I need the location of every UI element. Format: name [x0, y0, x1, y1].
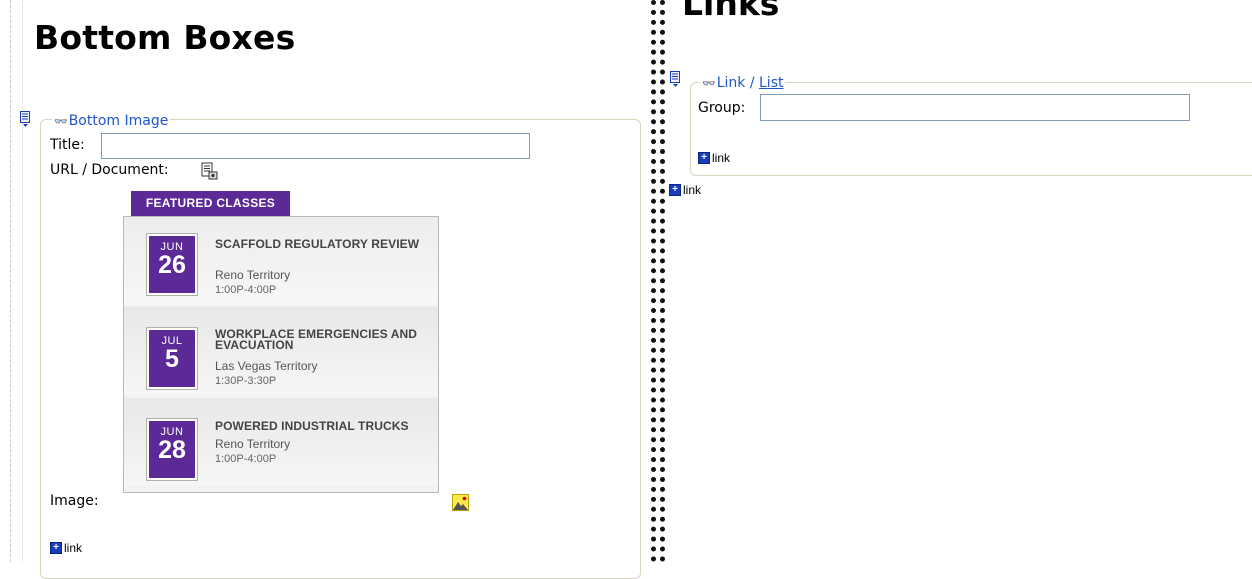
plus-icon: + — [50, 542, 62, 554]
add-link-label: link — [712, 151, 731, 165]
event-date-badge: JUN 26 — [146, 233, 198, 296]
edit-menu-icon[interactable] — [20, 111, 31, 127]
column-divider-dots — [651, 0, 665, 562]
title-label: Title: — [50, 137, 85, 153]
event-day: 28 — [158, 436, 186, 464]
left-guide-line — [10, 0, 11, 562]
document-picker-icon[interactable] — [200, 162, 218, 184]
link-list-legend: 👓Link / List — [700, 75, 786, 91]
event-day: 5 — [165, 345, 179, 373]
image-label: Image: — [50, 493, 99, 509]
event-time: 1:00P-4:00P — [215, 284, 277, 296]
bottom-image-legend-link[interactable]: Bottom Image — [69, 113, 169, 129]
image-picker-icon[interactable] — [452, 494, 469, 511]
bottom-boxes-heading: Bottom Boxes — [34, 18, 296, 57]
add-link-button[interactable]: + link — [698, 151, 730, 165]
event-date-badge: JUN 28 — [146, 418, 198, 481]
group-input[interactable] — [760, 94, 1190, 121]
add-link-label: link — [64, 541, 83, 555]
legend-link-option[interactable]: Link — [717, 75, 746, 91]
event-day: 26 — [158, 251, 186, 279]
event-date-badge: JUL 5 — [146, 327, 198, 390]
add-outer-link-label: link — [683, 183, 702, 197]
title-input[interactable] — [101, 133, 530, 159]
group-label: Group: — [698, 100, 746, 116]
plus-icon: + — [698, 152, 710, 164]
event-item: JUN 26 SCAFFOLD REGULATORY REVIEW Reno T… — [124, 217, 438, 305]
event-location: Las Vegas Territory — [215, 359, 318, 373]
event-item: JUL 5 WORKPLACE EMERGENCIES AND EVACUATI… — [124, 307, 438, 395]
event-time: 1:00P-4:00P — [215, 453, 277, 465]
add-link-button[interactable]: + link — [50, 541, 82, 555]
event-title: SCAFFOLD REGULATORY REVIEW — [215, 237, 420, 251]
event-title: POWERED INDUSTRIAL TRUCKS — [215, 419, 409, 433]
featured-classes-panel: JUN 26 SCAFFOLD REGULATORY REVIEW Reno T… — [123, 216, 439, 493]
event-title: WORKPLACE EMERGENCIES AND EVACUATION — [215, 327, 418, 352]
legend-separator: / — [745, 75, 759, 91]
glasses-icon: 👓 — [54, 115, 68, 128]
edit-menu-icon[interactable] — [670, 71, 681, 87]
url-document-label: URL / Document: — [50, 162, 169, 178]
add-outer-link-button[interactable]: + link — [669, 183, 701, 197]
legend-list-option[interactable]: List — [759, 75, 783, 91]
event-item: JUN 28 POWERED INDUSTRIAL TRUCKS Reno Te… — [124, 398, 438, 486]
featured-classes-tab: FEATURED CLASSES — [131, 191, 290, 216]
event-location: Reno Territory — [215, 437, 291, 451]
left-guide-line-inner — [22, 0, 23, 562]
event-location: Reno Territory — [215, 268, 291, 282]
bottom-image-legend: 👓Bottom Image — [52, 113, 171, 129]
glasses-icon: 👓 — [702, 77, 716, 90]
event-time: 1:30P-3:30P — [215, 375, 277, 387]
links-heading: Links — [682, 0, 780, 23]
plus-icon: + — [669, 184, 681, 196]
